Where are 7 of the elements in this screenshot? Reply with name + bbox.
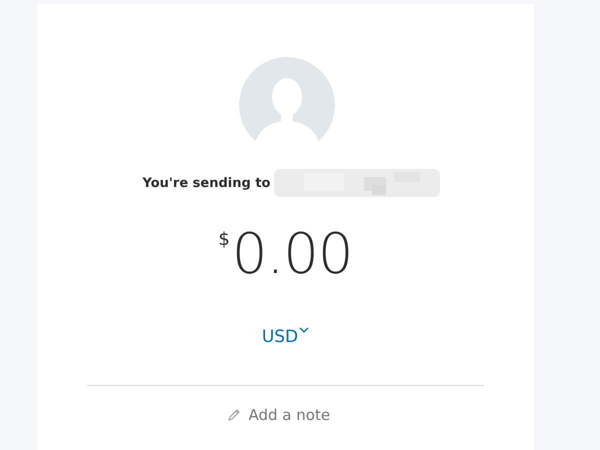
amount-value[interactable]: 0.00 [232, 225, 353, 285]
chevron-down-icon [299, 327, 310, 333]
avatar-icon [238, 57, 334, 153]
currency-dropdown[interactable]: USD [262, 327, 310, 347]
pencil-icon [226, 408, 240, 422]
recipient-label: You're sending to [142, 176, 270, 190]
currency-symbol: $ [218, 229, 230, 250]
